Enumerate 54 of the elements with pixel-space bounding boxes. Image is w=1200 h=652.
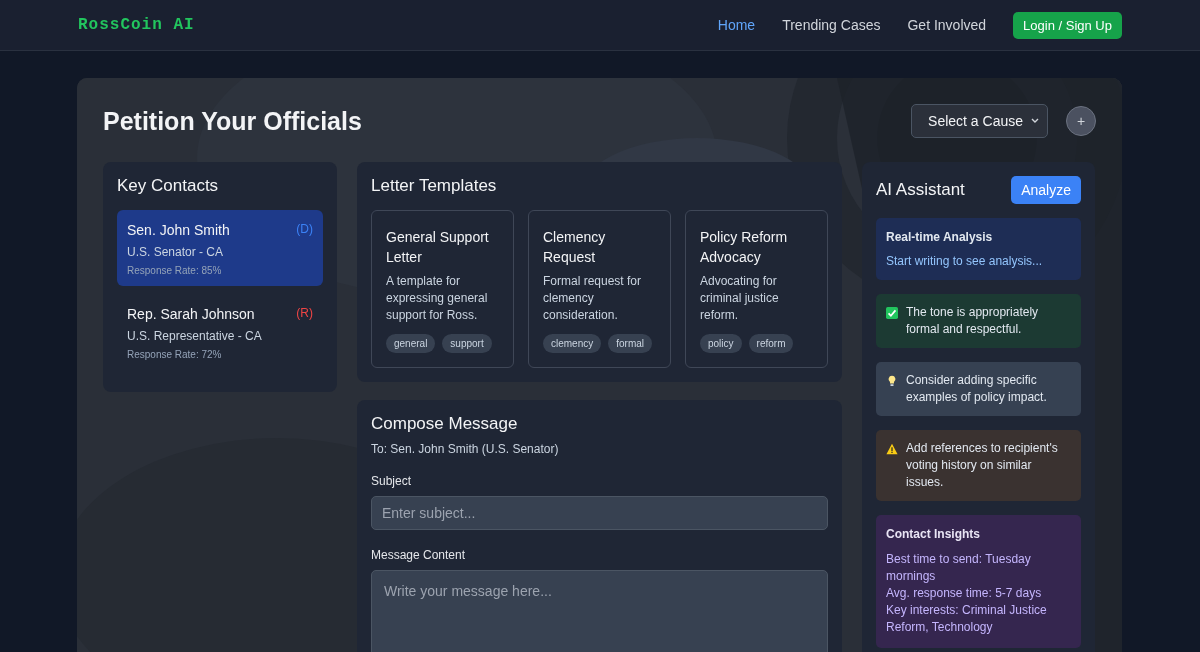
response-rate: Response Rate: 85% (127, 265, 223, 276)
party-label: (D) (296, 222, 313, 238)
feedback-text: Consider adding specific examples of policy impact. (906, 372, 1048, 406)
contact-role: U.S. Senator - CA (127, 245, 225, 259)
tag: reform (748, 334, 794, 353)
field-label: Message Content (371, 548, 467, 562)
insight-text: Avg. response time: 5-7 days (886, 585, 1043, 602)
cause-dropdown[interactable]: Select a Cause (911, 104, 1048, 138)
tag: formal (608, 334, 653, 353)
feedback-text: Add references to recipient's voting history on similar issues. (906, 440, 1059, 491)
analysis-title: Real-time Analysis (886, 230, 994, 244)
message-field[interactable]: Write your message here... (371, 570, 828, 652)
contact-item[interactable]: Rep. Sarah Johnson (R) U.S. Representative - CA Response Rate: 72% (117, 294, 323, 370)
panel-title: Letter Templates (371, 176, 498, 196)
template-title: Clemency Request (543, 228, 607, 267)
subject-field[interactable]: Enter subject... (371, 496, 828, 530)
check-icon (886, 307, 898, 319)
recipient-text: To: Sen. John Smith (U.S. Senator) (371, 442, 560, 456)
template-card[interactable]: General Support Letter A template for expressing general support for Ross. general support (371, 210, 514, 368)
template-title: Policy Reform Advocacy (700, 228, 789, 267)
analyze-button[interactable]: Analyze (1011, 176, 1081, 204)
insights-title: Contact Insights (886, 527, 981, 541)
analysis-status: Start writing to see analysis... (886, 254, 1044, 268)
template-card[interactable]: Policy Reform Advocacy Advocating for criminal justice reform. policy reform (685, 210, 828, 368)
panel-title: Compose Message (371, 414, 519, 434)
party-label: (R) (296, 306, 313, 322)
contact-item[interactable]: Sen. John Smith (D) U.S. Senator - CA Response Rate: 85% (117, 210, 323, 286)
nav-link[interactable]: Get Involved (907, 17, 987, 33)
tag: policy (700, 334, 742, 353)
tag: general (386, 334, 436, 353)
template-card[interactable]: Clemency Request Formal request for clemency consideration. clemency formal (528, 210, 671, 368)
warning-icon (886, 443, 898, 455)
tag: clemency (543, 334, 602, 353)
tag: support (442, 334, 492, 353)
lightbulb-icon (886, 375, 898, 387)
template-description: Advocating for criminal justice reform. (700, 273, 780, 324)
page-title: Petition Your Officials (103, 106, 362, 136)
insight-text: Key interests: Criminal Justice Reform, Technology (886, 602, 1048, 636)
panel-title: AI Assistant (876, 180, 965, 200)
contact-role: U.S. Representative - CA (127, 329, 263, 343)
caret-icon (1031, 118, 1039, 124)
template-title: General Support Letter (386, 228, 490, 267)
panel-title: Key Contacts (117, 176, 220, 196)
feedback-text: The tone is appropriately formal and respectful. (906, 304, 1040, 338)
brand-logo[interactable]: RossCoin AI (78, 16, 195, 34)
nav-link[interactable]: Home (717, 17, 756, 33)
contact-name: Rep. Sarah Johnson (127, 306, 255, 322)
nav-link[interactable]: Trending Cases (782, 17, 881, 33)
insight-text: Best time to send: Tuesday mornings (886, 551, 1032, 585)
template-description: Formal request for clemency consideration. (543, 273, 643, 324)
field-label: Subject (371, 474, 413, 488)
template-description: A template for expressing general support for Ross. (386, 273, 489, 324)
response-rate: Response Rate: 72% (127, 349, 223, 360)
contact-name: Sen. John Smith (127, 222, 230, 238)
